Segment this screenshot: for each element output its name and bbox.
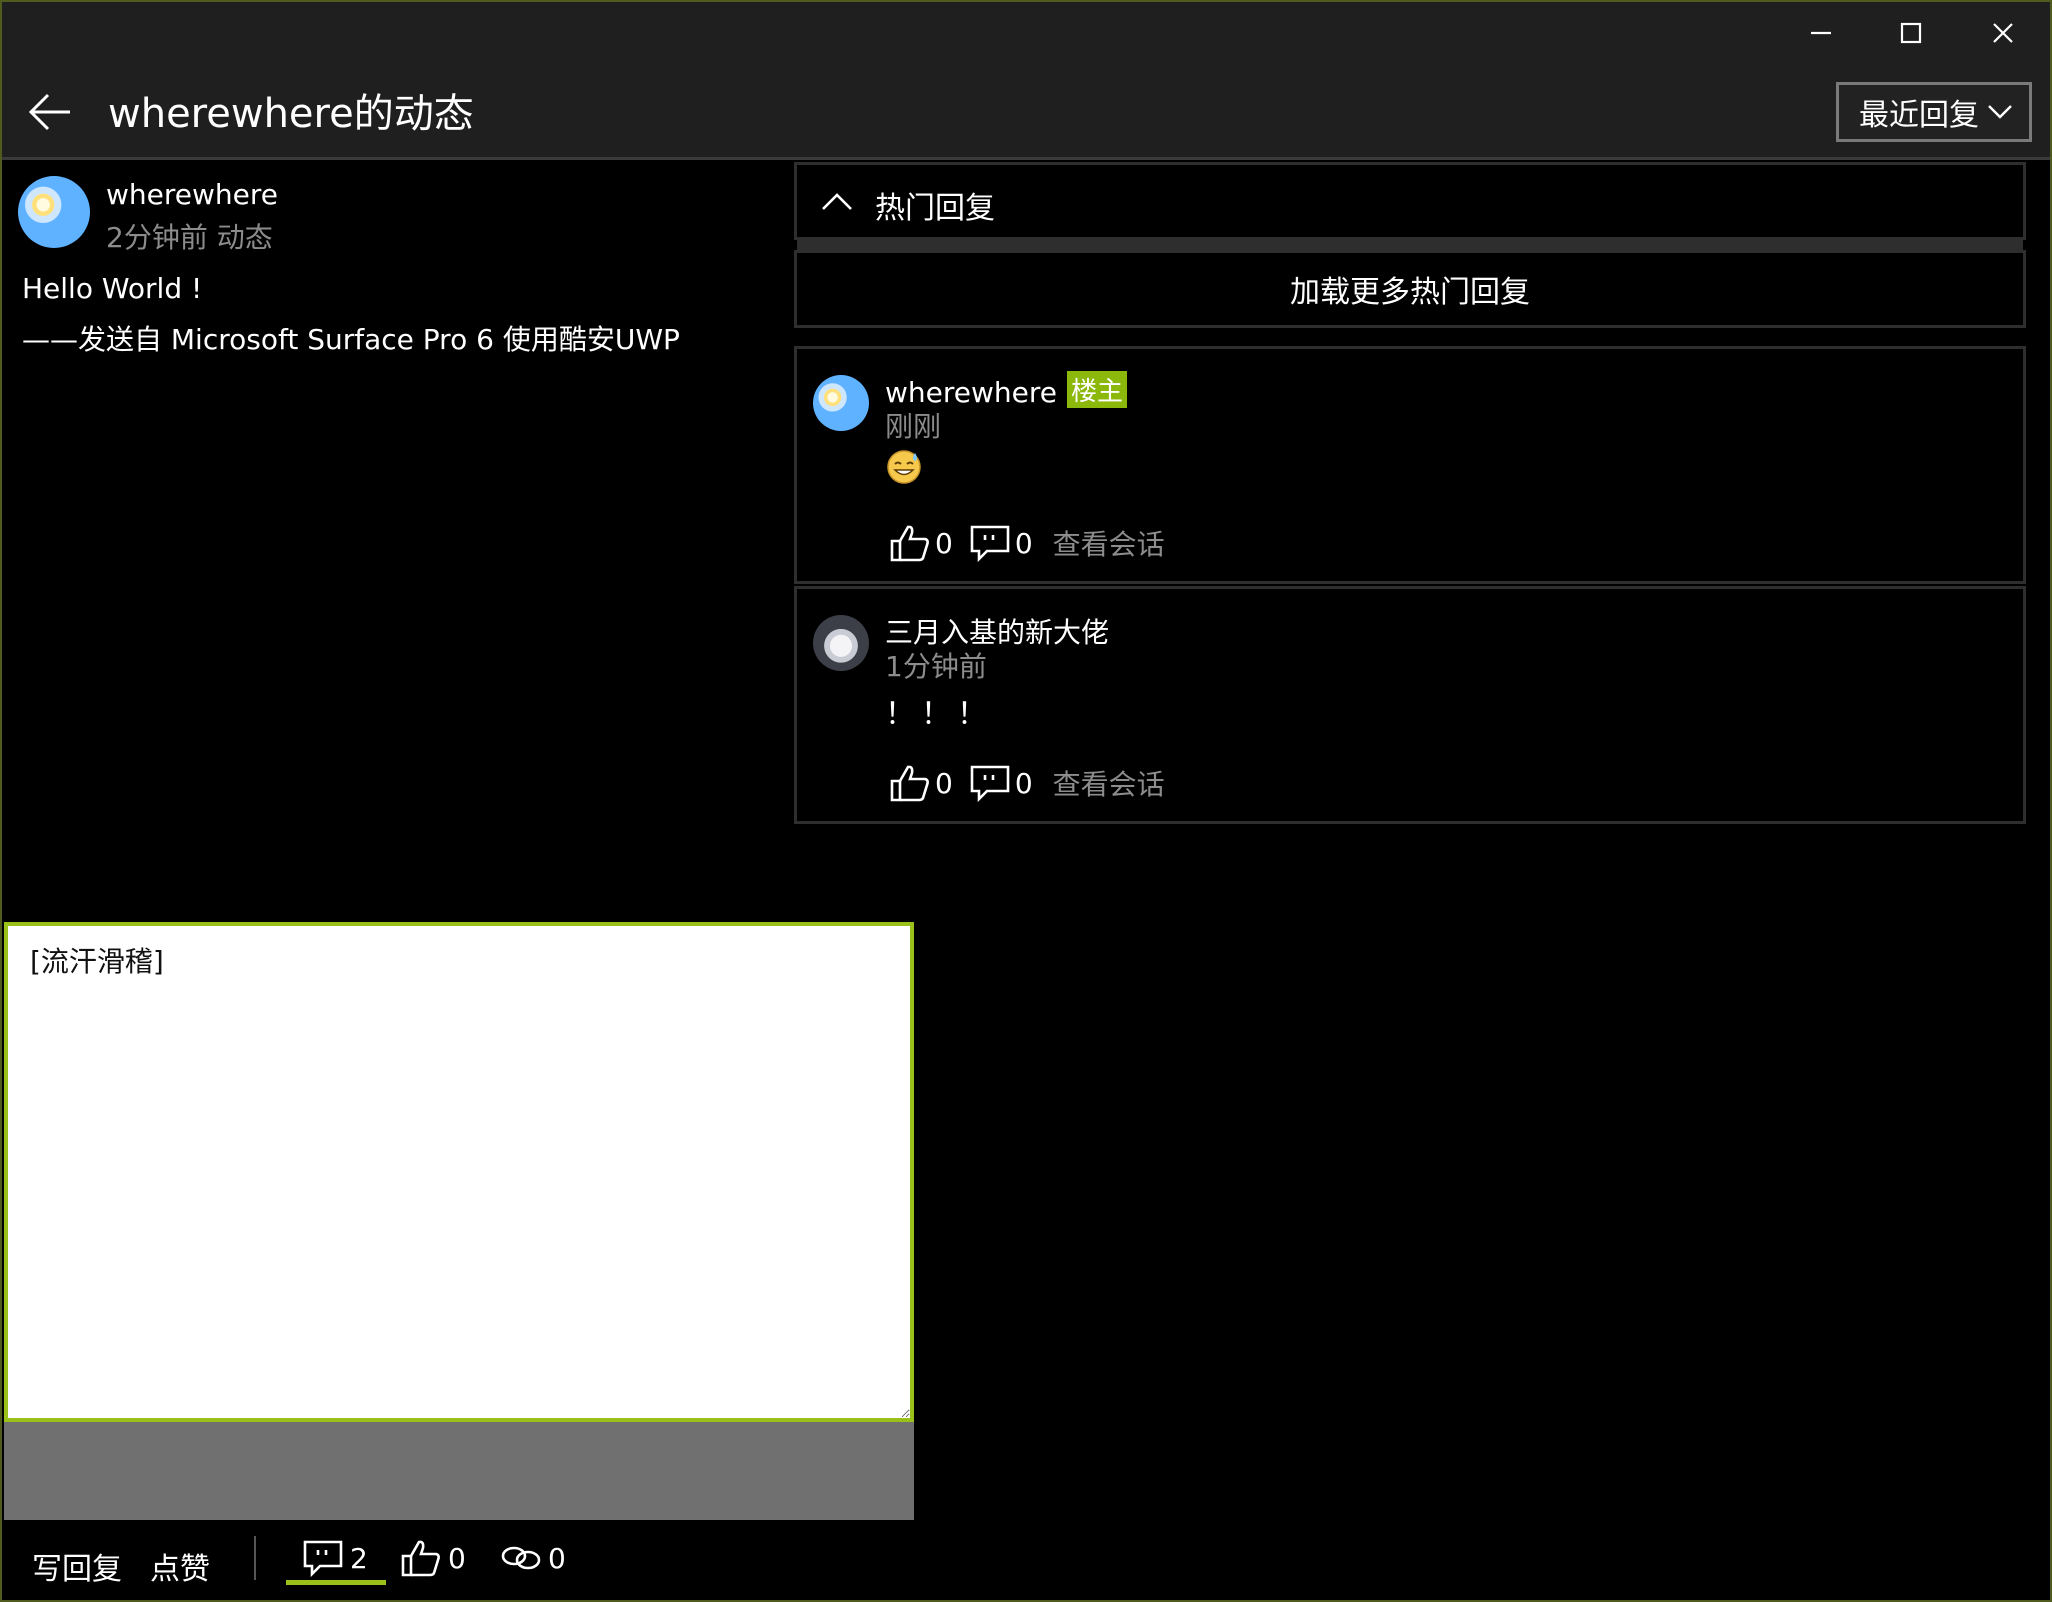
sweat-smile-emoji-icon	[887, 450, 921, 484]
reply-input[interactable]	[4, 922, 914, 1422]
comment-icon	[970, 765, 1010, 803]
bottom-command-bar: 写回复 点赞 2 0 0	[0, 1520, 2052, 1602]
load-more-hot-replies-button[interactable]: 加载更多热门回复	[794, 250, 2026, 328]
reply-time: 1分钟前	[885, 650, 987, 683]
link-icon	[501, 1546, 541, 1570]
write-reply-button[interactable]: 写回复	[32, 1544, 122, 1588]
thumbs-up-icon	[890, 765, 929, 802]
reply-author-avatar[interactable]	[813, 375, 869, 431]
comments-tab-indicator	[286, 1580, 386, 1585]
sort-dropdown[interactable]: 最近回复	[1836, 82, 2032, 142]
post-meta: 2分钟前 动态	[106, 221, 273, 254]
maximize-icon	[1900, 22, 1922, 44]
post-author-name[interactable]: wherewhere	[106, 178, 278, 211]
post-author-avatar[interactable]	[18, 176, 90, 248]
thumbs-up-icon	[401, 1540, 440, 1577]
reply-comment-count: 0	[1014, 766, 1033, 800]
comments-tab[interactable]: 2	[302, 1538, 368, 1578]
post-content-line-2: ——发送自 Microsoft Surface Pro 6 使用酷安UWP	[22, 323, 680, 356]
thumbs-up-icon	[890, 525, 929, 562]
reply-author-name[interactable]: wherewhere 楼主	[885, 371, 1128, 409]
maximize-button[interactable]	[1866, 8, 1956, 58]
reply-like-button[interactable]: 0	[889, 763, 953, 803]
reply-comment-button[interactable]: 0	[969, 523, 1033, 563]
minimize-icon	[1811, 31, 1831, 35]
back-button[interactable]	[20, 82, 80, 142]
reply-like-count: 0	[935, 766, 953, 800]
reply-card: wherewhere 楼主 刚刚 0 0 查看会话	[794, 346, 2026, 584]
reply-comment-count: 0	[1014, 526, 1033, 560]
owner-badge: 楼主	[1067, 371, 1128, 408]
comment-icon	[970, 525, 1010, 563]
hot-replies-header[interactable]: 热门回复	[794, 162, 2026, 240]
comment-icon	[303, 1540, 343, 1578]
chevron-up-icon	[822, 193, 852, 210]
shares-tab[interactable]: 0	[500, 1538, 566, 1578]
shares-count: 0	[548, 1541, 566, 1575]
reply-comment-button[interactable]: 0	[969, 763, 1033, 803]
sort-dropdown-label: 最近回复	[1859, 98, 1979, 133]
reply-author-avatar[interactable]	[813, 615, 869, 671]
divider	[797, 240, 2023, 250]
view-conversation-link[interactable]: 查看会话	[1053, 763, 1165, 803]
chevron-down-icon	[1988, 105, 2012, 119]
post-content-line-1: Hello World !	[22, 272, 203, 305]
reply-like-button[interactable]: 0	[889, 523, 953, 563]
load-more-label: 加载更多热门回复	[1290, 275, 1530, 310]
reply-actions: 0 0 查看会话	[889, 523, 1165, 563]
likes-count: 0	[448, 1541, 466, 1575]
close-button[interactable]	[1958, 8, 2048, 58]
input-toolbar-area	[4, 1422, 914, 1520]
reply-text: ！！！	[885, 697, 993, 732]
view-conversation-link[interactable]: 查看会话	[1053, 523, 1165, 563]
reply-like-count: 0	[935, 526, 953, 560]
close-icon	[1993, 23, 2013, 43]
page-title: wherewhere的动态	[108, 91, 474, 137]
like-button[interactable]: 点赞	[150, 1544, 210, 1588]
separator	[254, 1536, 256, 1580]
hot-replies-label: 热门回复	[875, 191, 995, 226]
title-bar: wherewhere的动态 最近回复	[0, 0, 2052, 160]
minimize-button[interactable]	[1776, 8, 1866, 58]
back-arrow-icon	[28, 93, 70, 131]
reply-time: 刚刚	[885, 410, 942, 443]
reply-card: 三月入基的新大佬 1分钟前 ！！！ 0 0 查看会话	[794, 586, 2026, 824]
reply-actions: 0 0 查看会话	[889, 763, 1165, 803]
comments-count: 2	[350, 1541, 368, 1575]
likes-tab[interactable]: 0	[400, 1538, 466, 1578]
